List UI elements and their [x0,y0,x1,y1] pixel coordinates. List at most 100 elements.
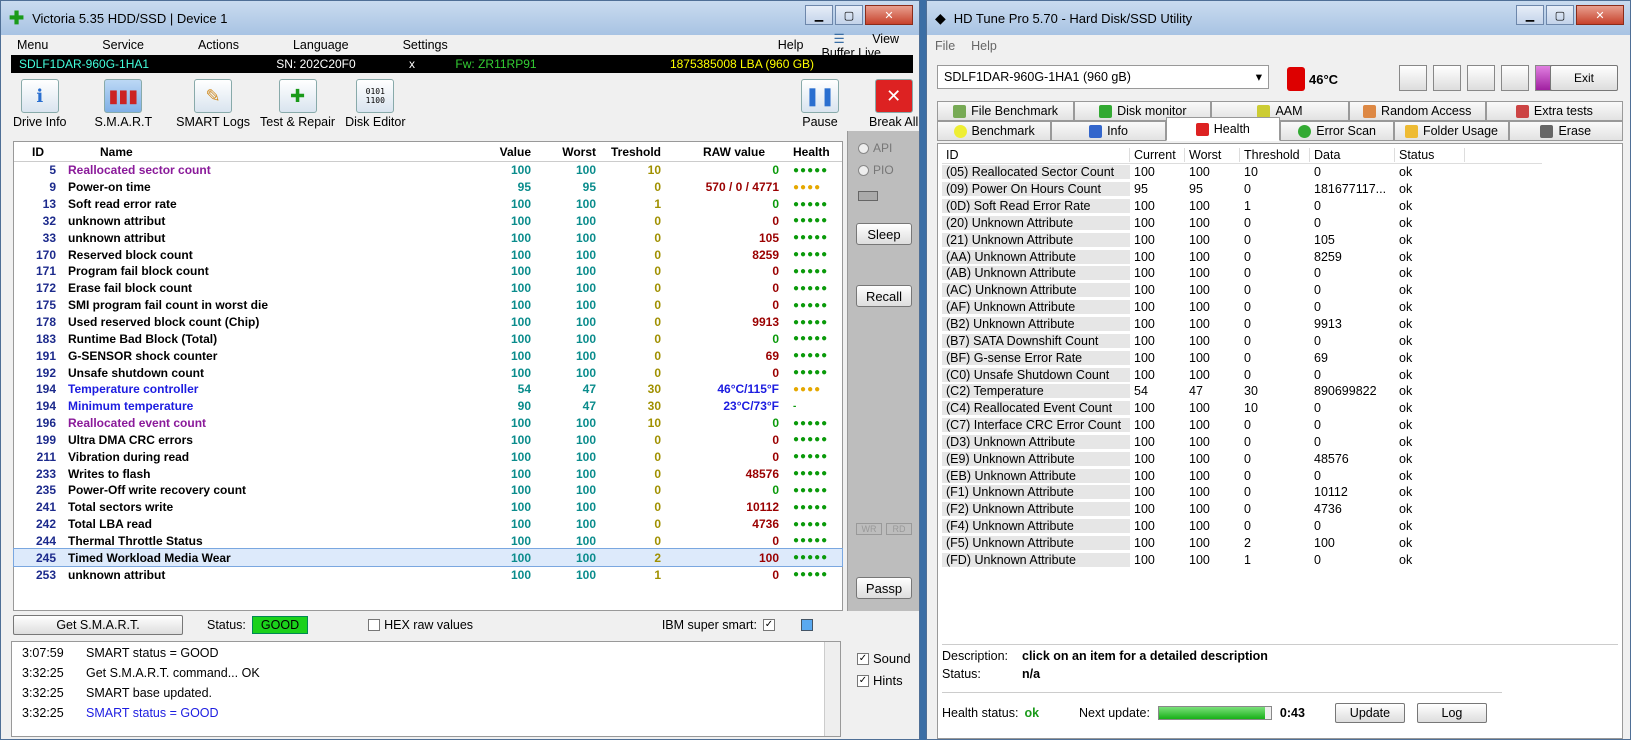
minimize-button[interactable]: ▁ [1516,5,1544,25]
maximize-button[interactable]: ▢ [1546,5,1574,25]
tab-erase[interactable]: Erase [1508,121,1623,141]
table-row[interactable]: (C4) Reallocated Event Count 100 100 10 0 ok [942,400,1542,417]
col-worst[interactable]: Worst [537,145,602,159]
tab-error-scan[interactable]: Error Scan [1279,121,1395,141]
table-row[interactable]: (AF) Unknown Attribute 100 100 0 0 ok [942,299,1542,316]
update-button[interactable]: Update [1334,702,1405,723]
table-row[interactable]: (BF) G-sense Error Rate 100 100 0 69 ok [942,349,1542,366]
col-current[interactable]: Current [1130,147,1185,162]
exit-button[interactable]: Exit [1550,65,1618,91]
menu-service[interactable]: Service [90,38,156,52]
tab-file-benchmark[interactable]: File Benchmark [937,101,1075,121]
color-swatch[interactable] [801,619,813,631]
table-row[interactable]: (F1) Unknown Attribute 100 100 0 10112 ok [942,484,1542,501]
col-raw[interactable]: RAW value [667,145,787,159]
table-row[interactable]: (B2) Unknown Attribute 100 100 0 9913 ok [942,316,1542,333]
table-row[interactable]: 170 Reserved block count 100 100 0 8259 ●●●●● [14,246,842,263]
col-treshold[interactable]: Treshold [602,145,667,159]
table-row[interactable]: 191 G-SENSOR shock counter 100 100 0 69 ●●●●● [14,347,842,364]
sound-checkbox[interactable]: ✓ Sound [857,651,911,666]
table-row[interactable]: 178 Used reserved block count (Chip) 100 10… [14,314,842,331]
table-row[interactable]: 235 Power-Off write recovery count 100 100 0… [14,482,842,499]
table-row[interactable]: 13 Soft read error rate 100 100 1 0 ●●●●● [14,196,842,213]
table-row[interactable]: 194 Minimum temperature 90 47 30 23°C/73°F - [14,398,842,415]
tab-health[interactable]: Health [1165,117,1280,141]
table-row[interactable]: (F5) Unknown Attribute 100 100 2 100 ok [942,535,1542,552]
col-id[interactable]: ID [14,145,62,159]
table-row[interactable]: (FD) Unknown Attribute 100 100 1 0 ok [942,551,1542,568]
table-row[interactable]: (F2) Unknown Attribute 100 100 0 4736 ok [942,501,1542,518]
menu-settings[interactable]: Settings [391,38,460,52]
tab-extra-tests[interactable]: Extra tests [1485,101,1624,121]
drive-select[interactable]: SDLF1DAR-960G-1HA1 (960 gB) [937,65,1269,89]
table-row[interactable]: 199 Ultra DMA CRC errors 100 100 0 0 ●●●●● [14,432,842,449]
table-row[interactable]: 175 SMI program fail count in worst die 10… [14,297,842,314]
tab-random-access[interactable]: Random Access [1348,101,1486,121]
table-row[interactable]: 183 Runtime Bad Block (Total) 100 100 0 0 ●●●●… [14,330,842,347]
table-row[interactable]: 233 Writes to flash 100 100 0 48576 ●●●●● [14,465,842,482]
table-row[interactable]: 5 Reallocated sector count 100 100 10 0 ●●●●● [14,162,842,179]
table-row[interactable]: (05) Reallocated Sector Count 100 100 10 0 ok [942,164,1542,181]
table-row[interactable]: 194 Temperature controller 54 47 30 46°C/115°… [14,381,842,398]
col-value[interactable]: Value [472,145,537,159]
close-button[interactable]: ✕ [1576,5,1624,25]
table-row[interactable]: 32 unknown attribut 100 100 0 0 ●●●●● [14,213,842,230]
table-row[interactable]: 242 Total LBA read 100 100 0 4736 ●●●●● [14,516,842,533]
menu-language[interactable]: Language [281,38,361,52]
table-row[interactable]: 253 unknown attribut 100 100 1 0 ●●●●● [14,566,842,583]
table-row[interactable]: 192 Unsafe shutdown count 100 100 0 0 ●●●●● [14,364,842,381]
table-row[interactable]: (20) Unknown Attribute 100 100 0 0 ok [942,215,1542,232]
log-scrollbar[interactable] [824,642,840,736]
table-row[interactable]: (EB) Unknown Attribute 100 100 0 0 ok [942,467,1542,484]
hints-checkbox[interactable]: ✓ Hints [857,673,903,688]
test-repair-button[interactable]: ✚ Test & Repair [260,79,335,129]
info-close[interactable]: x [401,57,421,71]
tab-folder-usage[interactable]: Folder Usage [1394,121,1509,141]
copy-icon[interactable] [1399,65,1427,91]
table-row[interactable]: (21) Unknown Attribute 100 100 0 105 ok [942,231,1542,248]
recall-button[interactable]: Recall [856,285,912,307]
view-buffer-live[interactable]: ☰ View Buffer Live [815,31,919,60]
table-row[interactable]: (B7) SATA Downshift Count 100 100 0 0 ok [942,332,1542,349]
smart-button[interactable]: ▮▮▮ S.M.A.R.T [95,79,152,129]
table-row[interactable]: (F4) Unknown Attribute 100 100 0 0 ok [942,518,1542,535]
table-row[interactable]: 211 Vibration during read 100 100 0 0 ●●●●● [14,448,842,465]
smart-logs-button[interactable]: ✎ SMART Logs [176,79,250,129]
tab-benchmark[interactable]: Benchmark [937,121,1052,141]
hex-raw-checkbox[interactable]: HEX raw values [368,618,473,632]
col-status[interactable]: Status [1395,147,1465,162]
pause-button[interactable]: ❚❚ Pause [801,79,839,129]
menu-menu[interactable]: Menu [1,38,60,52]
passp-button[interactable]: Passp [856,577,912,599]
copy-all-icon[interactable] [1433,65,1461,91]
table-row[interactable]: (C2) Temperature 54 47 30 890699822 ok [942,383,1542,400]
table-row[interactable]: (AC) Unknown Attribute 100 100 0 0 ok [942,282,1542,299]
tab-info[interactable]: Info [1051,121,1166,141]
close-button[interactable]: ✕ [865,5,913,25]
table-row[interactable]: (AB) Unknown Attribute 100 100 0 0 ok [942,265,1542,282]
table-row[interactable]: (09) Power On Hours Count 95 95 0 181677117.… [942,181,1542,198]
table-row[interactable]: 245 Timed Workload Media Wear 100 100 2 100 ●●… [13,548,843,568]
table-row[interactable]: (C7) Interface CRC Error Count 100 100 0 0 ok [942,417,1542,434]
get-smart-button[interactable]: Get S.M.A.R.T. [13,615,183,635]
menu-actions[interactable]: Actions [186,38,251,52]
table-row[interactable]: 33 unknown attribut 100 100 0 105 ●●●●● [14,229,842,246]
table-row[interactable]: 171 Program fail block count 100 100 0 0 ●●●●● [14,263,842,280]
table-row[interactable]: (AA) Unknown Attribute 100 100 0 8259 ok [942,248,1542,265]
col-name[interactable]: Name [62,145,472,159]
table-row[interactable]: 172 Erase fail block count 100 100 0 0 ●●●●● [14,280,842,297]
table-row[interactable]: 196 Reallocated event count 100 100 10 0 ●●●●● [14,415,842,432]
menu-help[interactable]: Help [971,39,997,53]
sleep-button[interactable]: Sleep [856,223,912,245]
camera-icon[interactable] [1467,65,1495,91]
disk-editor-button[interactable]: 0101 1100 Disk Editor [345,79,406,129]
col-data[interactable]: Data [1310,147,1395,162]
table-row[interactable]: (E9) Unknown Attribute 100 100 0 48576 ok [942,450,1542,467]
table-row[interactable]: (C0) Unsafe Shutdown Count 100 100 0 0 ok [942,366,1542,383]
table-row[interactable]: 244 Thermal Throttle Status 100 100 0 0 ●●●●● [14,533,842,550]
table-row[interactable]: 9 Power-on time 95 95 0 570 / 0 / 4771 ●●●● [14,179,842,196]
table-row[interactable]: 241 Total sectors write 100 100 0 10112 ●●●●● [14,499,842,516]
col-threshold[interactable]: Threshold [1240,147,1310,162]
break-all-button[interactable]: ✕ Break All [869,79,918,129]
maximize-button[interactable]: ▢ [835,5,863,25]
